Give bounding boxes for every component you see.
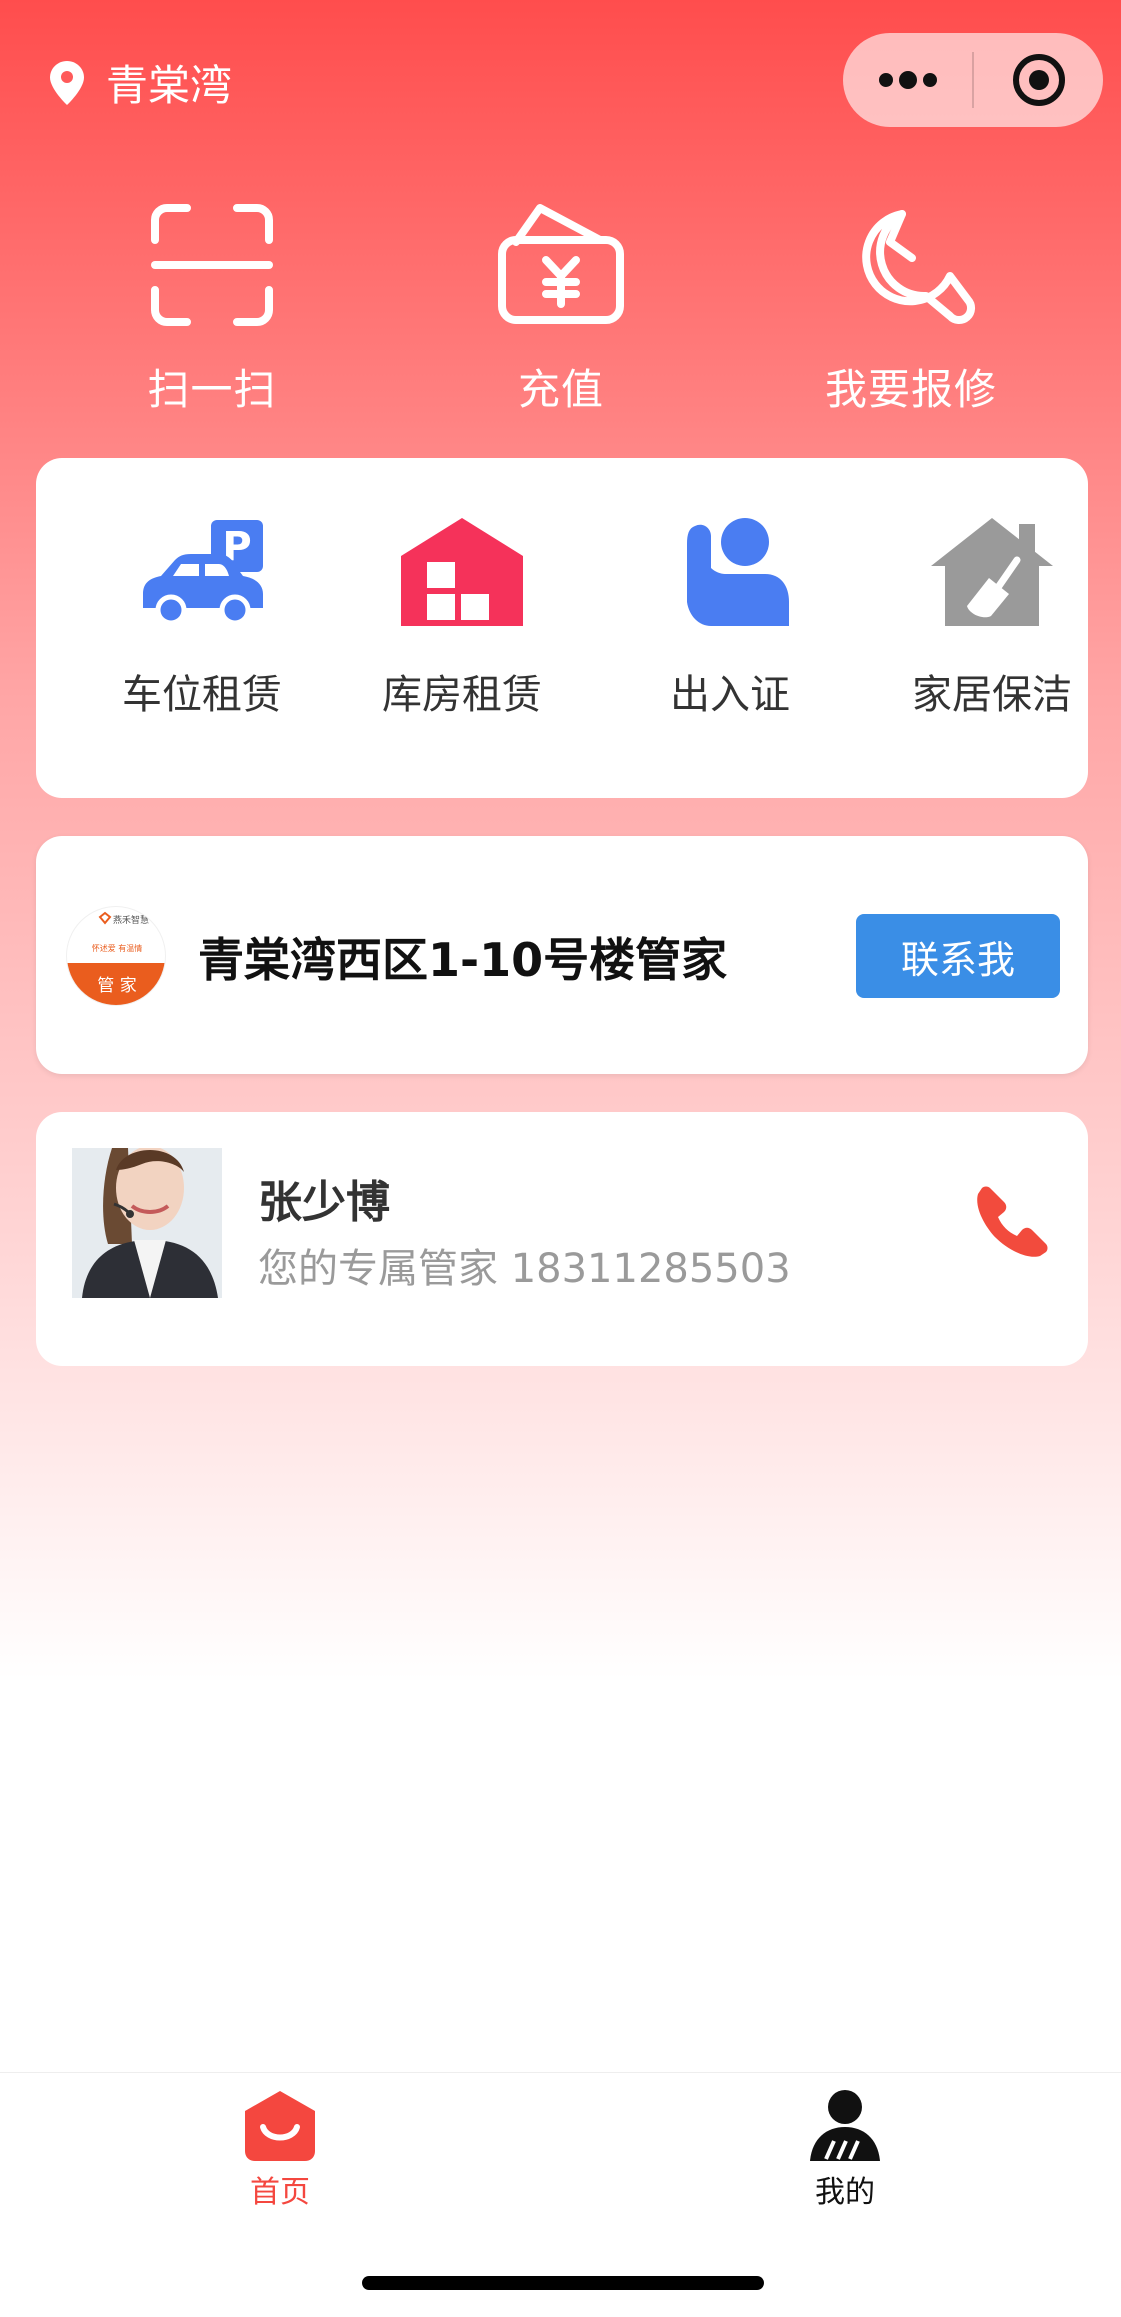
- close-button[interactable]: [974, 33, 1103, 127]
- svg-text:燕禾智慧: 燕禾智慧: [113, 914, 149, 926]
- house-broom-icon: [931, 518, 1053, 626]
- service-warehouse-rental[interactable]: 库房租赁: [352, 516, 572, 720]
- warehouse-icon: [401, 518, 523, 626]
- phone-icon[interactable]: [976, 1184, 1050, 1258]
- wrench-icon: [862, 210, 976, 325]
- service-label: 家居保洁: [912, 672, 1072, 718]
- page: 青棠湾 扫一扫 充值 我要报修 P 车位租赁 库房租赁 出入证 家居保洁 燕禾智…: [0, 0, 1121, 2317]
- location-pin-icon: [50, 60, 84, 105]
- tab-home[interactable]: 首页: [180, 2089, 380, 2211]
- service-label: 库房租赁: [382, 672, 542, 718]
- person-pass-icon: [687, 518, 789, 626]
- quick-action-label: 我要报修: [824, 365, 997, 414]
- more-dots-icon: [878, 71, 937, 89]
- quick-action-repair[interactable]: 我要报修: [761, 200, 1061, 417]
- svg-text:管 家: 管 家: [97, 976, 136, 996]
- quick-action-scan[interactable]: 扫一扫: [62, 200, 362, 417]
- services-card: P 车位租赁 库房租赁 出入证 家居保洁: [36, 458, 1088, 798]
- home-indicator: [362, 2276, 764, 2290]
- service-access-pass[interactable]: 出入证: [620, 516, 840, 720]
- car-parking-icon: P: [143, 520, 263, 626]
- svg-text:怀述爱 有温情: 怀述爱 有温情: [92, 943, 143, 953]
- quick-action-label: 扫一扫: [147, 365, 277, 414]
- more-button[interactable]: [843, 33, 972, 127]
- location-label: 青棠湾: [106, 61, 233, 110]
- quick-action-recharge[interactable]: 充值: [411, 200, 711, 417]
- avatar: [72, 1148, 222, 1298]
- manager-avatar: [72, 1148, 222, 1298]
- home-icon: [245, 2091, 315, 2161]
- target-circle-icon: [1012, 54, 1065, 106]
- butler-card: 燕禾智慧 怀述爱 有温情 管 家 青棠湾西区1-10号楼管家 联系我: [36, 836, 1088, 1074]
- service-label: 车位租赁: [122, 672, 282, 718]
- contact-me-button[interactable]: 联系我: [856, 914, 1060, 998]
- butler-card-title: 青棠湾西区1-10号楼管家: [198, 933, 728, 987]
- service-label: 出入证: [670, 672, 790, 718]
- user-icon: [810, 2090, 880, 2161]
- service-home-cleaning[interactable]: 家居保洁: [882, 516, 1102, 720]
- mini-program-capsule: [843, 33, 1103, 127]
- tab-mine[interactable]: 我的: [745, 2089, 945, 2211]
- manager-subtitle: 您的专属管家 18311285503: [258, 1246, 791, 1292]
- location-selector[interactable]: 青棠湾: [50, 52, 232, 113]
- butler-logo: 燕禾智慧 怀述爱 有温情 管 家: [66, 906, 166, 1006]
- quick-action-label: 充值: [517, 365, 604, 414]
- wallet-yen-icon: [498, 204, 624, 324]
- service-parking-rental[interactable]: P 车位租赁: [92, 516, 312, 720]
- tab-label: 我的: [815, 2175, 875, 2210]
- manager-name: 张少博: [258, 1177, 390, 1228]
- manager-card[interactable]: 张少博 您的专属管家 18311285503: [36, 1112, 1088, 1366]
- tab-label: 首页: [250, 2175, 310, 2210]
- scan-icon: [151, 204, 273, 326]
- butler-logo-icon: 燕禾智慧 怀述爱 有温情 管 家: [67, 911, 165, 1005]
